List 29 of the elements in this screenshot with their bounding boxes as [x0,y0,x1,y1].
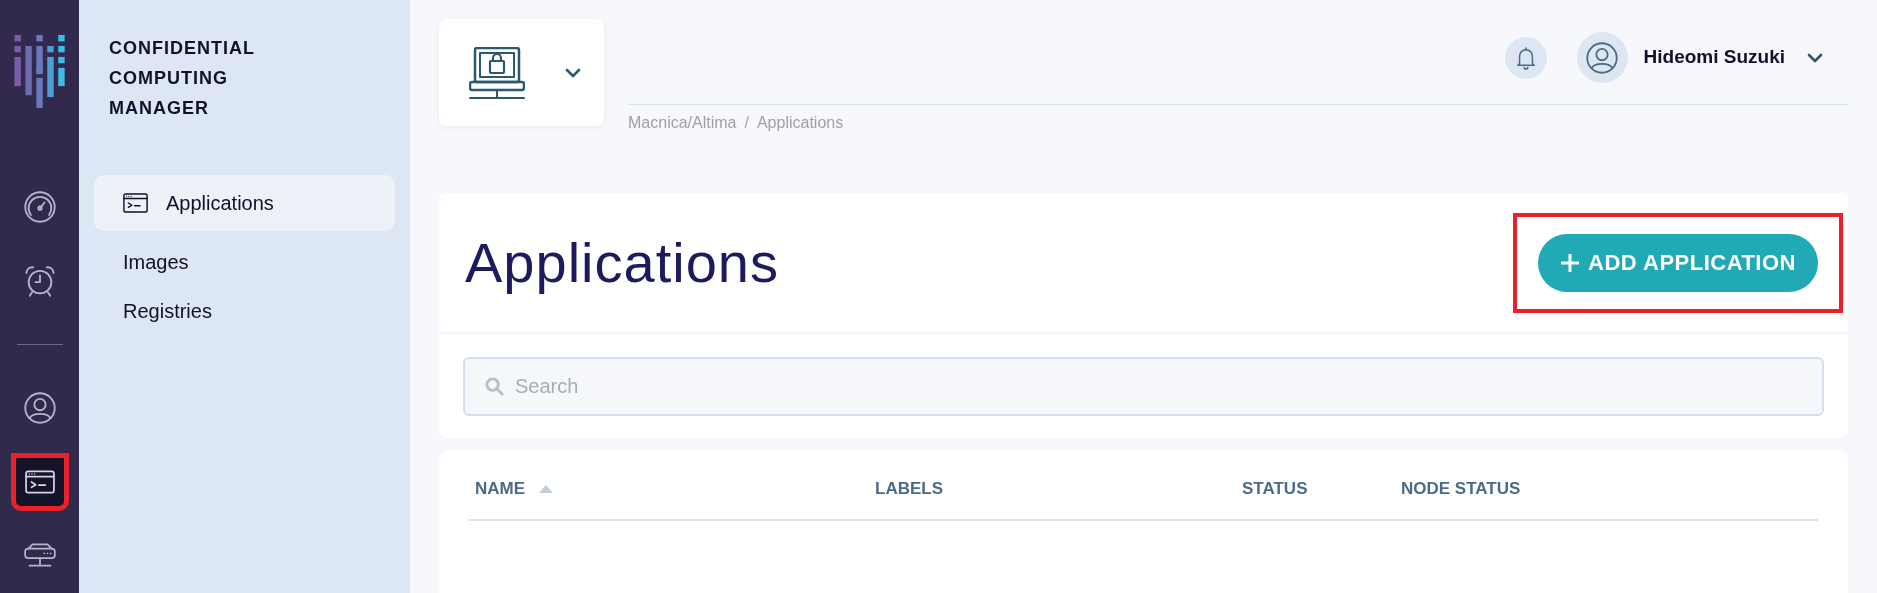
sort-ascending-icon [539,484,554,493]
user-icon [1585,40,1620,75]
search-icon [485,377,504,396]
nav-item[interactable]: Registries [94,286,395,335]
bell-icon [1514,45,1537,70]
terminal-icon [123,193,148,213]
search-field[interactable]: Search [463,357,1824,416]
add-application-button[interactable]: ADD APPLICATION [1538,233,1818,292]
avatar[interactable] [1576,32,1628,83]
app-title: CONFIDENTIAL COMPUTING MANAGER [108,37,256,120]
laptop-lock-icon [469,46,525,99]
user-name[interactable]: Hideomi Suzuki [1643,43,1785,72]
gauge-icon[interactable] [22,190,57,224]
breadcrumb-separator: / [744,113,749,133]
user-icon[interactable] [22,391,57,425]
nav-item[interactable]: Images [94,237,395,286]
device-selector[interactable] [439,19,604,126]
rail-item[interactable] [10,453,69,511]
column-header[interactable]: NAME [475,476,875,502]
column-header[interactable]: LABELS [875,476,1242,502]
plus-icon [1560,252,1581,273]
column-header[interactable]: STATUS [1242,476,1401,502]
chevron-down-icon [565,67,581,78]
nav-item[interactable]: Applications [94,175,395,231]
terminal-icon [24,470,55,494]
column-header[interactable]: NODE STATUS [1401,476,1818,502]
chevron-down-icon[interactable] [1807,52,1823,63]
notification-button[interactable] [1504,36,1547,79]
page-title: Applications [465,229,779,296]
